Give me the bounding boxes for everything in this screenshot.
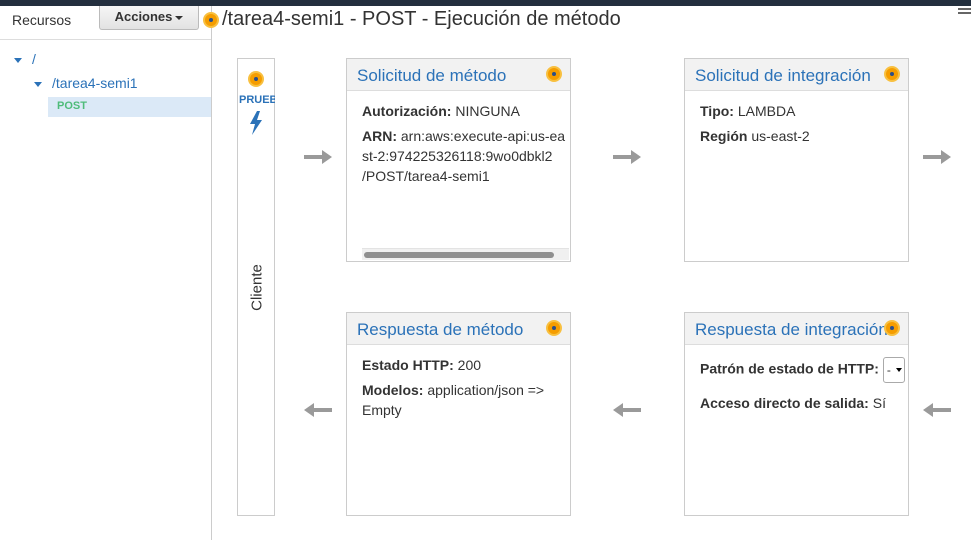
- integration-request-title-link[interactable]: Solicitud de integración: [695, 66, 871, 86]
- integration-response-title-link[interactable]: Respuesta de integración: [695, 320, 888, 340]
- info-icon[interactable]: [884, 66, 900, 82]
- panel-body: Autorización: NINGUNA ARN: arn:aws:execu…: [362, 101, 570, 191]
- method-request-panel: Solicitud de método Autorización: NINGUN…: [346, 58, 571, 262]
- info-icon[interactable]: [546, 66, 562, 82]
- info-icon[interactable]: [203, 12, 219, 28]
- passthrough-label: Acceso directo de salida:: [700, 395, 869, 411]
- tree-item-root-label: /: [32, 51, 36, 67]
- panel-body: Estado HTTP: 200 Modelos: application/js…: [362, 355, 570, 425]
- type-value: LAMBDA: [737, 103, 796, 119]
- auth-value: NINGUNA: [455, 103, 520, 119]
- expand-triangle-icon[interactable]: [14, 57, 22, 63]
- caret-down-icon: [175, 15, 184, 20]
- actions-label: Acciones: [114, 9, 173, 24]
- info-icon[interactable]: [546, 320, 562, 336]
- region-value: us-east-2: [751, 128, 810, 144]
- info-icon[interactable]: [248, 71, 264, 87]
- expand-triangle-icon[interactable]: [34, 81, 42, 87]
- dropdown-arrow-icon: [895, 368, 902, 372]
- integration-request-panel: Solicitud de integración Tipo: LAMBDA Re…: [684, 58, 909, 262]
- panel-header: Solicitud de método: [347, 59, 570, 91]
- pattern-select[interactable]: -: [882, 357, 905, 383]
- pattern-label: Patrón de estado de HTTP:: [700, 360, 879, 377]
- menu-icon[interactable]: [958, 8, 971, 18]
- region-label: Región: [700, 128, 748, 144]
- actions-button[interactable]: Acciones: [99, 6, 199, 30]
- tree-item-root[interactable]: /: [14, 51, 36, 71]
- resources-sidebar: Recursos Acciones / /tarea4-semi1 POST: [0, 6, 212, 540]
- arrow-left-icon: [613, 403, 641, 417]
- pattern-select-value: -: [886, 363, 891, 377]
- arn-value-path: /POST/tarea4-semi1: [362, 168, 490, 184]
- arn-label: ARN:: [362, 128, 397, 144]
- type-label: Tipo:: [700, 103, 734, 119]
- passthrough-value: Sí: [872, 395, 886, 411]
- arrow-right-icon: [923, 150, 951, 164]
- sidebar-header: Recursos Acciones: [0, 6, 211, 40]
- arrow-right-icon: [613, 150, 641, 164]
- method-response-panel: Respuesta de método Estado HTTP: 200 Mod…: [346, 312, 571, 516]
- arrow-left-icon: [923, 403, 951, 417]
- method-request-title-link[interactable]: Solicitud de método: [357, 66, 506, 86]
- panel-header: Solicitud de integración: [685, 59, 908, 91]
- panel-header: Respuesta de integración: [685, 313, 908, 345]
- integration-response-panel: Respuesta de integración Patrón de estad…: [684, 312, 909, 516]
- tree-item-resource[interactable]: /tarea4-semi1: [34, 75, 138, 95]
- panel-body: Patrón de estado de HTTP: - Acceso direc…: [700, 357, 908, 418]
- horizontal-scrollbar[interactable]: [362, 248, 569, 260]
- client-panel: PRUEBA Cliente: [237, 58, 275, 516]
- auth-label: Autorización:: [362, 103, 452, 119]
- panel-header: Respuesta de método: [347, 313, 570, 345]
- arrow-right-icon: [304, 150, 332, 164]
- test-link[interactable]: PRUEBA: [239, 94, 275, 106]
- scrollbar-thumb[interactable]: [364, 252, 554, 258]
- arrow-left-icon: [304, 403, 332, 417]
- status-label: Estado HTTP:: [362, 357, 454, 373]
- sidebar-title: Recursos: [12, 12, 72, 28]
- page-title: /tarea4-semi1 - POST - Ejecución de méto…: [222, 8, 621, 30]
- tree-item-post-method[interactable]: POST: [48, 97, 211, 117]
- panel-body: Tipo: LAMBDA Región us-east-2: [700, 101, 908, 151]
- method-response-title-link[interactable]: Respuesta de método: [357, 320, 523, 340]
- lightning-bolt-icon[interactable]: [248, 111, 264, 135]
- info-icon[interactable]: [884, 320, 900, 336]
- client-label: Cliente: [248, 264, 266, 311]
- tree-item-resource-label: /tarea4-semi1: [52, 75, 138, 91]
- models-label: Modelos:: [362, 382, 424, 398]
- status-value: 200: [457, 357, 482, 373]
